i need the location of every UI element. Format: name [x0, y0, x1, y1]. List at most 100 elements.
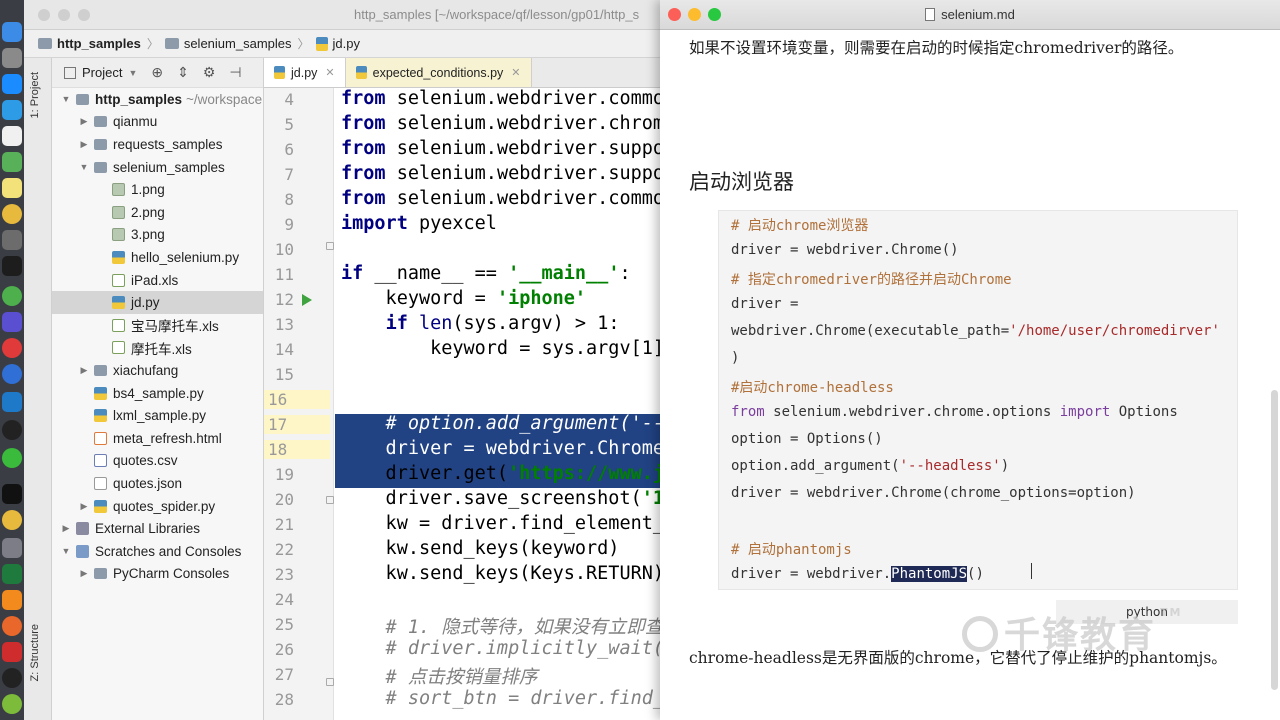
- wechat-icon[interactable]: [2, 448, 22, 468]
- tree-item[interactable]: 宝马摩托车.xls: [52, 314, 263, 337]
- info-icon[interactable]: [2, 364, 22, 384]
- tree-item[interactable]: bs4_sample.py: [52, 382, 263, 405]
- chevron-down-icon[interactable]: ▼: [60, 546, 72, 556]
- breadcrumb-project[interactable]: http_samples: [38, 36, 141, 51]
- app-green-icon[interactable]: [2, 286, 22, 306]
- tool-window-strip: 1: Project Z: Structure: [24, 58, 52, 720]
- code-block-line: # 指定chromedriver的路径并启动Chrome: [731, 272, 1012, 288]
- chevron-right-icon[interactable]: ▶: [78, 139, 90, 150]
- launchpad-icon[interactable]: [2, 48, 22, 68]
- scrollbar-thumb[interactable]: [1271, 390, 1278, 690]
- code-line: keyword = sys.argv[1]: [341, 338, 660, 359]
- chevron-down-icon[interactable]: ▼: [60, 94, 72, 104]
- app-blue-icon[interactable]: [2, 312, 22, 332]
- chrome-icon[interactable]: [2, 204, 22, 224]
- breadcrumb-folder[interactable]: selenium_samples: [164, 36, 292, 51]
- tree-item[interactable]: ▼ http_samples ~/workspace: [52, 88, 263, 111]
- project-tool-tab[interactable]: 1: Project: [29, 72, 41, 118]
- line-number: 23: [274, 565, 294, 584]
- app-green-icon[interactable]: [2, 694, 22, 714]
- finder-icon[interactable]: [2, 22, 22, 42]
- code-line: from selenium.webdriver.chrome: [341, 113, 660, 134]
- tree-item[interactable]: hello_selenium.py: [52, 246, 263, 269]
- tree-item[interactable]: iPad.xls: [52, 269, 263, 292]
- chevron-right-icon[interactable]: ▶: [78, 568, 90, 579]
- editor-tabs: jd.py ✕ expected_conditions.py ✕: [264, 58, 660, 88]
- tab-expected-conditions[interactable]: expected_conditions.py ✕: [345, 58, 532, 87]
- tree-item[interactable]: ▶ xiachufang: [52, 359, 263, 382]
- tree-item[interactable]: ▼ Scratches and Consoles: [52, 540, 263, 563]
- collapse-all-icon[interactable]: ⇕: [177, 64, 189, 81]
- tree-item[interactable]: ▼ selenium_samples: [52, 156, 263, 179]
- run-icon[interactable]: [302, 294, 312, 306]
- app-orange-icon[interactable]: [2, 616, 22, 636]
- code-block[interactable]: # 启动chrome浏览器 driver = webdriver.Chrome(…: [718, 210, 1238, 590]
- fold-icon[interactable]: [326, 496, 334, 504]
- code-line: driver.save_screenshot('1: [341, 488, 660, 509]
- code-area[interactable]: from selenium.webdriver.common from sele…: [335, 88, 660, 720]
- locate-file-icon[interactable]: ⊕: [151, 64, 163, 81]
- chrome-icon[interactable]: [2, 510, 22, 530]
- tree-item[interactable]: ▶ qianmu: [52, 111, 263, 134]
- close-icon[interactable]: ✕: [511, 66, 520, 79]
- chevron-right-icon[interactable]: ▶: [78, 116, 90, 127]
- chevron-right-icon[interactable]: ▶: [78, 365, 90, 376]
- md-window-title: selenium.md: [941, 7, 1015, 22]
- png-icon: [112, 183, 125, 197]
- tree-item[interactable]: ▶ quotes_spider.py: [52, 495, 263, 518]
- calendar-icon[interactable]: [2, 126, 22, 146]
- tree-item-label: iPad.xls: [131, 272, 179, 288]
- close-button[interactable]: [38, 9, 50, 21]
- pycharm-icon[interactable]: [2, 484, 22, 504]
- tab-jd-py[interactable]: jd.py ✕: [264, 58, 346, 87]
- qq-icon[interactable]: [2, 420, 22, 440]
- breadcrumb-file[interactable]: jd.py: [315, 36, 360, 51]
- minimize-button[interactable]: [58, 9, 70, 21]
- tree-item[interactable]: quotes.csv: [52, 450, 263, 473]
- tree-item[interactable]: 1.png: [52, 178, 263, 201]
- code-block-line: from selenium.webdriver.chrome.options i…: [731, 404, 1178, 420]
- tree-item[interactable]: jd.py: [52, 291, 263, 314]
- line-number: 24: [274, 590, 294, 609]
- python-file-icon: [274, 66, 285, 79]
- safari-icon[interactable]: [2, 100, 22, 120]
- dropdown-icon[interactable]: ▼: [128, 68, 137, 78]
- tree-item[interactable]: lxml_sample.py: [52, 404, 263, 427]
- tree-item[interactable]: 摩托车.xls: [52, 337, 263, 360]
- chevron-down-icon[interactable]: ▼: [78, 162, 90, 172]
- tree-item[interactable]: ▶ External Libraries: [52, 517, 263, 540]
- app-red-icon[interactable]: [2, 642, 22, 662]
- code-line: keyword = 'iphone': [341, 288, 587, 309]
- tree-item[interactable]: meta_refresh.html: [52, 427, 263, 450]
- app-icon[interactable]: [2, 538, 22, 558]
- line-number: 25: [274, 615, 294, 634]
- structure-tool-tab[interactable]: Z: Structure: [29, 624, 41, 681]
- fold-icon[interactable]: [326, 678, 334, 686]
- vscode-icon[interactable]: [2, 392, 22, 412]
- tree-item[interactable]: 2.png: [52, 201, 263, 224]
- chevron-right-icon[interactable]: ▶: [78, 501, 90, 512]
- tree-item[interactable]: quotes.json: [52, 472, 263, 495]
- appstore-icon[interactable]: [2, 74, 22, 94]
- notes-icon[interactable]: [2, 178, 22, 198]
- app-dark-icon[interactable]: [2, 668, 22, 688]
- tree-item[interactable]: ▶ requests_samples: [52, 133, 263, 156]
- breadcrumb-separator: 〉: [297, 37, 310, 51]
- hide-panel-icon[interactable]: ⊣: [229, 64, 241, 81]
- photos-icon[interactable]: [2, 152, 22, 172]
- chevron-right-icon[interactable]: ▶: [60, 523, 72, 534]
- terminal-icon[interactable]: [2, 256, 22, 276]
- project-panel-title[interactable]: Project: [82, 65, 122, 80]
- app-icon[interactable]: [2, 230, 22, 250]
- app-red-icon[interactable]: [2, 338, 22, 358]
- settings-gear-icon[interactable]: ⚙: [203, 64, 216, 81]
- excel-icon[interactable]: [2, 564, 22, 584]
- close-icon[interactable]: ✕: [325, 66, 334, 79]
- ide-titlebar: http_samples [~/workspace/qf/lesson/gp01…: [24, 0, 660, 30]
- tree-item-label: quotes.json: [113, 475, 183, 491]
- sublime-icon[interactable]: [2, 590, 22, 610]
- fold-icon[interactable]: [326, 242, 334, 250]
- zoom-button[interactable]: [78, 9, 90, 21]
- tree-item[interactable]: 3.png: [52, 224, 263, 247]
- tree-item[interactable]: ▶ PyCharm Consoles: [52, 563, 263, 586]
